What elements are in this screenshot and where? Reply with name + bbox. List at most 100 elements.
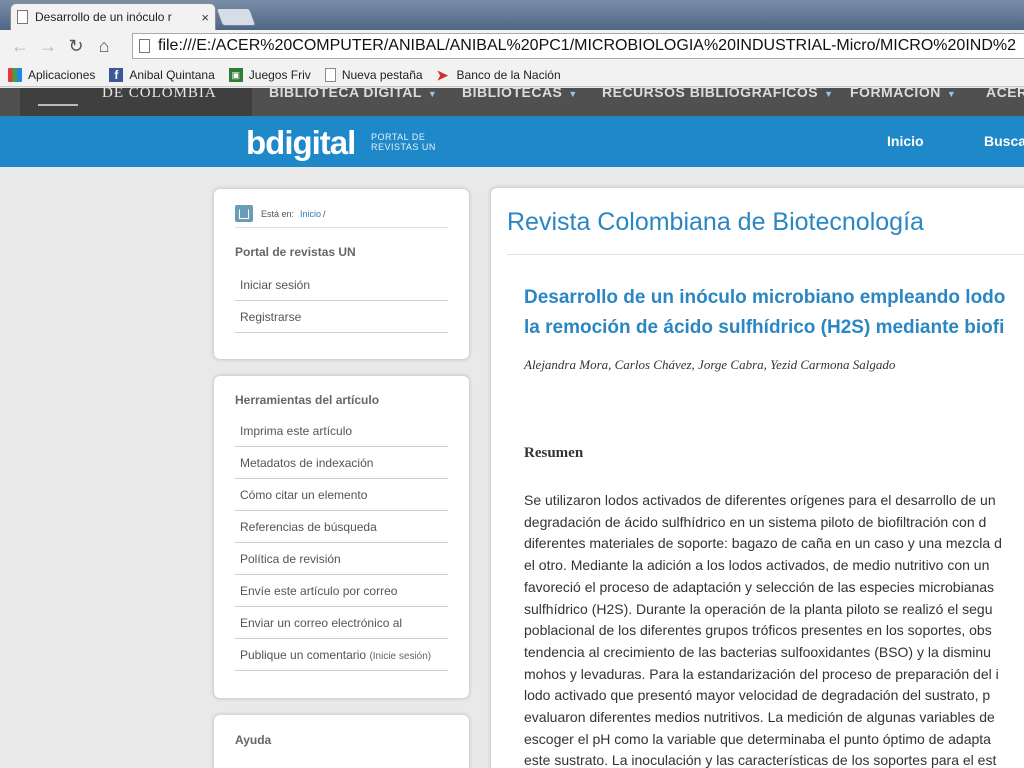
- reload-icon[interactable]: ↻: [62, 36, 90, 57]
- article-tools-panel: Herramientas del artículo Imprima este a…: [213, 375, 470, 699]
- abstract-line: mohos y levaduras. Para la estandarizaci…: [524, 665, 999, 682]
- help-title: Ayuda: [235, 733, 272, 747]
- help-panel: Ayuda: [213, 714, 470, 768]
- tab-title: Desarrollo de un inóculo r: [35, 10, 172, 24]
- friv-icon: ▣: [228, 67, 243, 82]
- portal-panel: Está en: Inicio / Portal de revistas UN …: [213, 188, 470, 360]
- bookmark-aplicaciones[interactable]: Aplicaciones: [8, 67, 96, 82]
- abstract-text: Se utilizaron lodos activados de diferen…: [524, 490, 1024, 768]
- article-authors: Alejandra Mora, Carlos Chávez, Jorge Cab…: [524, 357, 896, 372]
- abstract-line: poblacional de los diferentes grupos tró…: [524, 622, 992, 639]
- journal-title[interactable]: Revista Colombiana de Biotecnología: [507, 208, 924, 237]
- browser-toolbar: ← → ↻ ⌂ file:///E:/ACER%20COMPUTER/ANIBA…: [0, 30, 1024, 63]
- bookmark-anibal-quintana[interactable]: f Anibal Quintana: [109, 67, 215, 82]
- abstract-line: escoger el pH como la variable que deter…: [524, 730, 991, 747]
- tool-enviar-email[interactable]: Enviar un correo electrónico al: [235, 607, 448, 639]
- chevron-down-icon: ▼: [824, 89, 834, 99]
- tool-imprima[interactable]: Imprima este artículo: [235, 415, 448, 447]
- bookmark-nueva-pestana[interactable]: Nueva pestaña: [324, 67, 423, 82]
- browser-tab-strip: Desarrollo de un inóculo r ×: [0, 0, 1024, 30]
- chevron-down-icon: ▼: [568, 89, 578, 99]
- tool-metadatos[interactable]: Metadatos de indexación: [235, 447, 448, 479]
- abstract-line: lodo activado que presentó mayor velocid…: [524, 687, 991, 704]
- chevron-down-icon: ▼: [427, 89, 438, 99]
- registrarse-link[interactable]: Registrarse: [235, 301, 448, 333]
- bookmarks-bar: Aplicaciones f Anibal Quintana ▣ Juegos …: [0, 63, 1024, 87]
- divider: [235, 227, 448, 228]
- divider: [507, 254, 1024, 255]
- abstract-line: el otro. Mediante la adición a los lodos…: [524, 557, 990, 574]
- abstract-line: Se utilizaron lodos activados de diferen…: [524, 492, 996, 508]
- nav-acer[interactable]: ACER: [986, 88, 1024, 100]
- article-title-line: la remoción de ácido sulfhídrico (H2S) m…: [524, 317, 1005, 338]
- nav-label: FORMACIÓN: [850, 88, 941, 100]
- university-logo[interactable]: DE COLOMBIA: [20, 88, 252, 116]
- breadcrumb-label: Está en:: [261, 208, 295, 219]
- nav-label: RECURSOS BIBLIOGRÁFICOS: [602, 88, 819, 100]
- nav-formacion[interactable]: FORMACIÓN ▼: [850, 88, 956, 100]
- nav-inicio[interactable]: Inicio: [887, 133, 924, 149]
- iniciar-sesion-link[interactable]: Iniciar sesión: [235, 269, 448, 301]
- abstract-line: sulfhídrico (H2S). Durante la operación …: [524, 600, 993, 617]
- breadcrumb: Está en: Inicio /: [235, 205, 326, 222]
- brand-subtitle: PORTAL DE REVISTAS UN: [371, 132, 436, 152]
- home-icon[interactable]: ⌂: [90, 36, 118, 57]
- page-icon: [324, 67, 336, 82]
- article-title-line: Desarrollo de un inóculo microbiano empl…: [524, 287, 1006, 308]
- page-icon: [17, 10, 28, 24]
- portal-header-bar: [0, 116, 1024, 167]
- login-note: (Inicie sesión): [369, 651, 432, 662]
- abstract-line: favoreció el proceso de adaptación y sel…: [524, 578, 995, 595]
- nav-label: BIBLIOTECAS: [462, 88, 563, 100]
- bookmark-juegos-friv[interactable]: ▣ Juegos Friv: [228, 67, 311, 82]
- tool-como-citar[interactable]: Cómo citar un elemento: [235, 479, 448, 511]
- home-icon[interactable]: [235, 205, 253, 222]
- address-bar[interactable]: file:///E:/ACER%20COMPUTER/ANIBAL/ANIBAL…: [132, 33, 1024, 59]
- bookmark-label: Nueva pestaña: [341, 67, 423, 82]
- abstract-line: este sustrato. La inoculación y las cara…: [524, 752, 997, 768]
- abstract-line: evaluaron diferentes medios nutritivos. …: [524, 709, 995, 726]
- tool-envie-correo[interactable]: Envíe este artículo por correo: [235, 575, 448, 607]
- bookmark-label: Aplicaciones: [28, 67, 96, 82]
- chevron-down-icon: ▼: [946, 89, 957, 99]
- nav-label: ACER: [986, 88, 1024, 100]
- browser-tab[interactable]: Desarrollo de un inóculo r ×: [10, 3, 216, 30]
- abstract-line: tendencia al crecimiento de las bacteria…: [524, 643, 991, 660]
- bookmark-label: Banco de la Nación: [456, 67, 561, 82]
- bookmark-label: Juegos Friv: [248, 67, 311, 82]
- abstract-line: diferentes materiales de soporte: bagazo…: [524, 535, 1002, 552]
- url-text: file:///E:/ACER%20COMPUTER/ANIBAL/ANIBAL…: [158, 37, 1016, 54]
- article-main: Revista Colombiana de Biotecnología Desa…: [490, 187, 1024, 768]
- new-tab-button[interactable]: [215, 8, 257, 26]
- back-arrow-icon[interactable]: ←: [6, 36, 34, 57]
- tool-publique-comentario[interactable]: Publique un comentario (Inicie sesión): [235, 639, 448, 671]
- breadcrumb-separator: /: [323, 208, 326, 219]
- tool-politica[interactable]: Política de revisión: [235, 543, 448, 575]
- facebook-icon: f: [109, 67, 124, 82]
- nav-buscar[interactable]: Busca: [984, 133, 1024, 149]
- logo-text: DE COLOMBIA: [102, 88, 217, 101]
- crest-icon: [38, 92, 78, 106]
- abstract-line: degradación de ácido sulfhídrico en un s…: [524, 513, 987, 530]
- tools-title: Herramientas del artículo: [235, 393, 380, 407]
- nav-biblioteca-digital[interactable]: BIBLIOTECA DIGITAL ▼: [269, 88, 437, 100]
- nav-label: BIBLIOTECA DIGITAL: [269, 88, 422, 100]
- page-icon: [139, 39, 150, 53]
- tool-label: Publique un comentario: [240, 648, 367, 662]
- tool-referencias[interactable]: Referencias de búsqueda: [235, 511, 448, 543]
- close-icon[interactable]: ×: [201, 10, 209, 25]
- bookmark-label: Anibal Quintana: [129, 67, 215, 82]
- bookmark-banco-nacion[interactable]: ➤ Banco de la Nación: [437, 68, 561, 82]
- brand-sub-line: PORTAL DE: [371, 132, 426, 142]
- nav-bibliotecas[interactable]: BIBLIOTECAS ▼: [462, 88, 578, 100]
- brand-sub-line: REVISTAS UN: [371, 142, 436, 152]
- bdigital-logo[interactable]: bdigital: [246, 124, 356, 162]
- apps-grid-icon: [8, 67, 22, 82]
- breadcrumb-inicio-link[interactable]: Inicio: [300, 209, 321, 219]
- forward-arrow-icon[interactable]: →: [34, 36, 62, 57]
- nav-recursos[interactable]: RECURSOS BIBLIOGRÁFICOS ▼: [602, 88, 834, 100]
- article-title: Desarrollo de un inóculo microbiano empl…: [524, 283, 1024, 343]
- banco-nacion-icon: ➤: [436, 66, 449, 83]
- site-top-nav: DE COLOMBIA BIBLIOTECA DIGITAL ▼ BIBLIOTE…: [0, 88, 1024, 116]
- abstract-heading: Resumen: [524, 445, 584, 461]
